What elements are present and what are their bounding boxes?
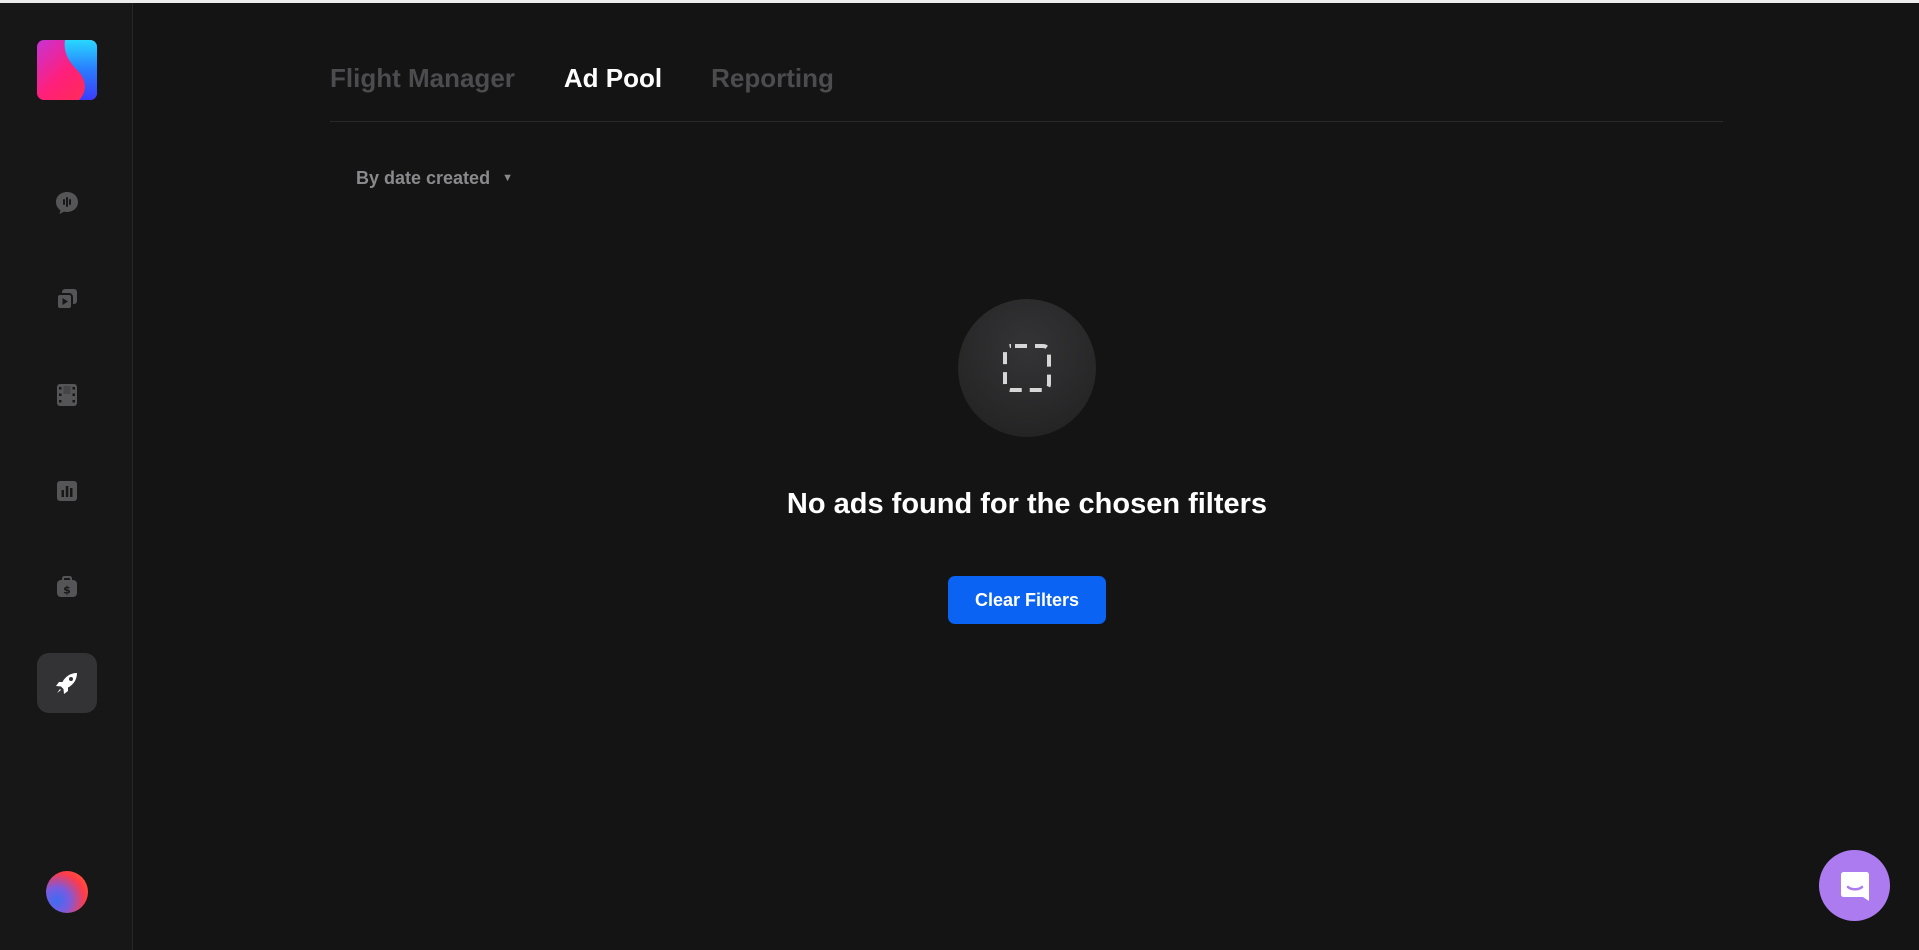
sidebar-item-analytics[interactable]: [37, 461, 97, 521]
svg-text:$: $: [63, 584, 71, 597]
sidebar-item-monetization[interactable]: $: [37, 557, 97, 617]
empty-state-title: No ads found for the chosen filters: [786, 488, 1268, 520]
money-bag-icon: $: [57, 576, 77, 597]
caret-down-icon: ▼: [502, 172, 513, 184]
sidebar-item-launch[interactable]: [37, 653, 97, 713]
podcast-chat-icon: [56, 192, 78, 214]
empty-state-illustration: [958, 299, 1096, 437]
sidebar-item-films[interactable]: [37, 365, 97, 425]
user-avatar[interactable]: [46, 871, 88, 913]
tab-ad-pool[interactable]: Ad Pool: [564, 63, 662, 94]
sort-dropdown[interactable]: By date created ▼: [356, 166, 513, 190]
bar-chart-icon: [57, 481, 77, 501]
tab-flight-manager[interactable]: Flight Manager: [330, 63, 515, 94]
clear-filters-button[interactable]: Clear Filters: [948, 576, 1106, 624]
tab-reporting[interactable]: Reporting: [711, 63, 834, 94]
top-border: [0, 0, 1919, 3]
chat-widget-button[interactable]: [1819, 850, 1890, 921]
brand-logo[interactable]: [37, 40, 97, 100]
tab-divider: [330, 121, 1723, 122]
dashed-square-icon: [1003, 344, 1051, 392]
logo-icon: [37, 40, 97, 100]
chat-bubble-icon: [1840, 871, 1869, 901]
sidebar: $: [0, 3, 133, 950]
film-strip-icon: [57, 384, 77, 406]
sidebar-item-podcasts[interactable]: [37, 173, 97, 233]
video-library-icon: [56, 289, 77, 310]
tab-bar: Flight Manager Ad Pool Reporting: [330, 58, 883, 98]
sort-label: By date created: [356, 167, 491, 188]
rocket-icon: [56, 673, 77, 694]
sidebar-item-videos[interactable]: [37, 269, 97, 329]
